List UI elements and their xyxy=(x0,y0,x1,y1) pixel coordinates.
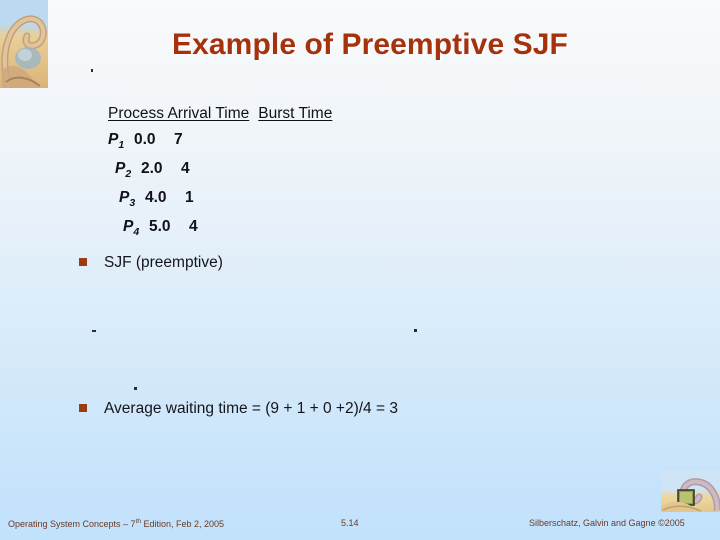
square-bullet-icon xyxy=(79,258,87,266)
cell-process: P4 xyxy=(123,218,140,239)
stray-dot-artifact xyxy=(414,329,417,332)
dinosaur-illustration-top-left xyxy=(0,0,48,88)
cell-arrival-time: 0.0 xyxy=(134,131,156,148)
cell-burst-time: 4 xyxy=(181,160,190,177)
table-row: P4 5.0 4 xyxy=(108,212,332,241)
dinosaur-icon xyxy=(1,15,47,88)
footer-left-text: Operating System Concepts – 7th Edition,… xyxy=(8,518,224,529)
bullet-item-average-waiting-time: Average waiting time = (9 + 1 + 0 +2)/4 … xyxy=(79,400,398,418)
dinosaur-icon xyxy=(661,478,720,512)
dinosaur-illustration-bottom-right xyxy=(661,470,720,512)
table-header-row: Process Arrival Time Burst Time xyxy=(108,105,332,125)
table-row: P2 2.0 4 xyxy=(108,154,332,183)
bullet-label-sjf: SJF (preemptive) xyxy=(104,254,223,271)
stray-dot-artifact xyxy=(134,387,137,390)
table-row: P1 0.0 7 xyxy=(108,125,332,154)
cell-burst-time: 4 xyxy=(189,218,198,235)
table-row: P3 4.0 1 xyxy=(108,183,332,212)
stray-dot-artifact xyxy=(91,69,93,72)
cell-burst-time: 7 xyxy=(174,131,183,148)
footer-copyright: Silberschatz, Galvin and Gagne ©2005 xyxy=(529,518,685,528)
bullet-item-sjf: SJF (preemptive) xyxy=(79,254,223,272)
cell-arrival-time: 5.0 xyxy=(149,218,171,235)
footer-left-prefix: Operating System Concepts – 7 xyxy=(8,519,136,529)
footer-page-number: 5.14 xyxy=(341,518,359,528)
page-title: Example of Preemptive SJF xyxy=(172,28,568,61)
cell-arrival-time: 4.0 xyxy=(145,189,167,206)
cell-arrival-time: 2.0 xyxy=(141,160,163,177)
table-header-burst-time: Burst Time xyxy=(258,105,333,122)
stray-dot-artifact xyxy=(92,330,96,332)
process-table: Process Arrival Time Burst Time P1 0.0 7 P2… xyxy=(108,105,332,241)
square-bullet-icon xyxy=(79,404,87,412)
table-header-process-arrival: Process Arrival Time xyxy=(108,105,250,122)
cell-burst-time: 1 xyxy=(185,189,194,206)
slide-canvas: Example of Preemptive SJF Process Arriva… xyxy=(0,0,720,540)
bullet-label-average-waiting-time: Average waiting time = (9 + 1 + 0 +2)/4 … xyxy=(104,400,398,417)
footer-left-suffix: Edition, Feb 2, 2005 xyxy=(141,519,225,529)
